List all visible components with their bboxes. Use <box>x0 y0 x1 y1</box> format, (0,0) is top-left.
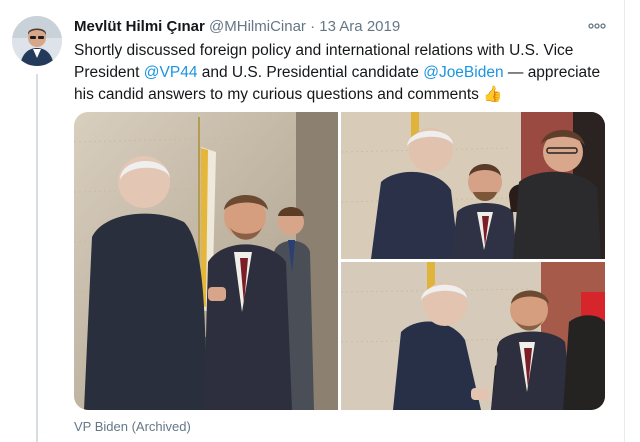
tweet-date[interactable]: 13 Ara 2019 <box>319 18 400 35</box>
separator-dot: · <box>310 18 316 35</box>
mention-vp44-link[interactable]: @VP44 <box>144 64 198 81</box>
tweet-text: Shortly discussed foreign policy and int… <box>74 40 614 106</box>
mention-joebiden-link[interactable]: @JoeBiden <box>423 64 503 81</box>
author-handle[interactable]: @MHilmiCinar <box>209 18 306 35</box>
more-horizontal-icon[interactable] <box>588 18 606 33</box>
photo-handshake[interactable] <box>74 112 338 410</box>
thumbs-up-emoji: 👍 <box>483 86 503 103</box>
media-grid <box>74 112 605 410</box>
photo-greeting[interactable] <box>341 262 605 410</box>
author-name[interactable]: Mevlüt Hilmi Çınar <box>74 18 205 35</box>
photo-conversation[interactable] <box>341 112 605 259</box>
source-label[interactable]: VP Biden (Archived) <box>74 419 191 434</box>
tweet-header: Mevlüt Hilmi Çınar @MHilmiCinar · 13 Ara… <box>74 18 614 38</box>
thread-line <box>36 74 38 442</box>
tweet-text-part: and U.S. Presidential candidate <box>197 64 424 81</box>
avatar[interactable] <box>12 16 62 66</box>
timeline-divider <box>624 0 625 442</box>
